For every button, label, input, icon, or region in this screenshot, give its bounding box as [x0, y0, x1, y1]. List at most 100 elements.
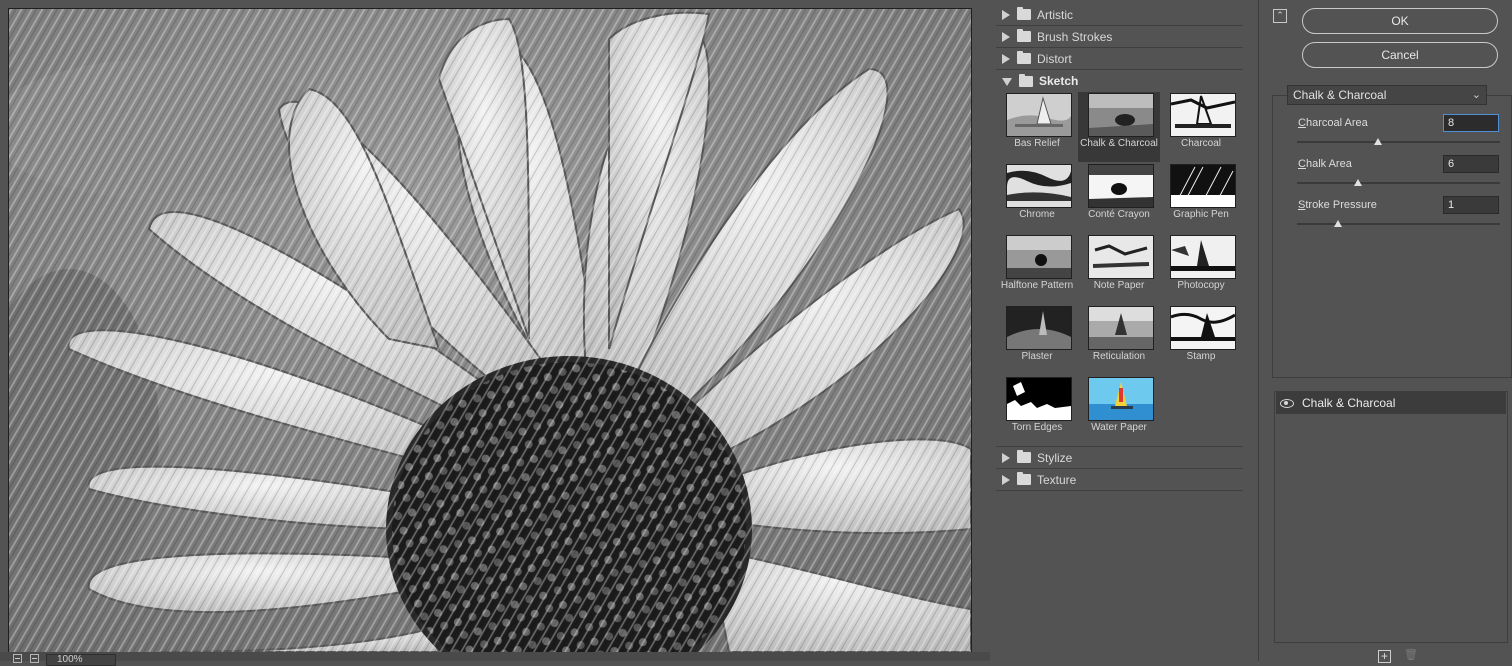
- zoom-out-button[interactable]: [13, 654, 22, 663]
- stroke-pressure-slider-thumb[interactable]: [1333, 220, 1342, 227]
- chalk-area-label: Chalk Area: [1298, 158, 1352, 170]
- folder-label: Stylize: [1037, 450, 1073, 465]
- expand-arrow-icon: [1002, 9, 1010, 20]
- charcoal-area-input[interactable]: 8: [1443, 114, 1499, 132]
- charcoal-area-slider[interactable]: [1297, 141, 1500, 143]
- thumbnail: [1088, 93, 1154, 137]
- filter-label: Torn Edges: [1011, 422, 1063, 433]
- filter-graphic-pen[interactable]: Graphic Pen: [1160, 163, 1242, 233]
- eye-icon[interactable]: [1280, 398, 1294, 408]
- filter-halftone-pattern[interactable]: Halftone Pattern: [996, 234, 1078, 304]
- charcoal-area-label: Charcoal Area: [1298, 117, 1368, 129]
- thumbnail: [1088, 377, 1154, 421]
- filter-water-paper[interactable]: Water Paper: [1078, 376, 1160, 446]
- filter-label: Charcoal: [1180, 138, 1222, 149]
- folder-icon: [1017, 29, 1031, 42]
- folder-label: Brush Strokes: [1037, 29, 1113, 44]
- plus-icon: [32, 658, 37, 659]
- thumbnail: [1170, 235, 1236, 279]
- preview-image: [9, 9, 971, 652]
- charcoal-area-slider-thumb[interactable]: [1374, 138, 1383, 145]
- filter-torn-edges[interactable]: Torn Edges: [996, 376, 1078, 446]
- collapse-arrow-icon: [1002, 78, 1012, 86]
- filter-settings-panel: [1272, 95, 1512, 378]
- minus-icon: [15, 658, 20, 659]
- filter-charcoal[interactable]: Charcoal: [1160, 92, 1242, 162]
- filter-dropdown-value: Chalk & Charcoal: [1293, 88, 1387, 102]
- folder-label: Distort: [1037, 51, 1072, 66]
- collapse-gallery-button[interactable]: ⌃: [1273, 9, 1287, 23]
- folder-icon: [1017, 472, 1031, 485]
- filter-chalk-charcoal[interactable]: Chalk & Charcoal: [1078, 92, 1160, 162]
- preview-status-bar: [0, 652, 990, 661]
- zoom-in-button[interactable]: [30, 654, 39, 663]
- expand-arrow-icon: [1002, 53, 1010, 64]
- folder-sketch[interactable]: Sketch: [996, 70, 1243, 92]
- filter-label: Bas Relief: [1014, 138, 1060, 149]
- filter-label: Chrome: [1019, 209, 1055, 220]
- stroke-pressure-label: Stroke Pressure: [1298, 199, 1377, 211]
- folder-icon: [1017, 450, 1031, 463]
- filter-label: Photocopy: [1177, 280, 1225, 291]
- thumbnail: [1170, 93, 1236, 137]
- thumbnail: [1006, 164, 1072, 208]
- expand-arrow-icon: [1002, 474, 1010, 485]
- filter-plaster[interactable]: Plaster: [996, 305, 1078, 375]
- sketch-filter-thumbnails: Bas Relief Chalk & Charcoal Charcoal Chr…: [996, 92, 1243, 447]
- folder-label: Texture: [1037, 472, 1077, 487]
- stroke-pressure-input[interactable]: 1: [1443, 196, 1499, 214]
- thumbnail: [1006, 93, 1072, 137]
- folder-distort[interactable]: Distort: [996, 48, 1243, 70]
- folder-icon: [1019, 73, 1033, 87]
- trash-icon: 🗑: [1404, 649, 1418, 661]
- filter-label: Graphic Pen: [1173, 209, 1229, 220]
- filter-chrome[interactable]: Chrome: [996, 163, 1078, 233]
- filter-label: Reticulation: [1092, 351, 1146, 362]
- filter-label: Chalk & Charcoal: [1080, 138, 1158, 149]
- filter-photocopy[interactable]: Photocopy: [1160, 234, 1242, 304]
- filter-conte-crayon[interactable]: Conté Crayon: [1078, 163, 1160, 233]
- effect-layer-label: Chalk & Charcoal: [1302, 396, 1396, 410]
- thumbnail: [1088, 164, 1154, 208]
- chalk-area-slider-thumb[interactable]: [1353, 179, 1362, 186]
- zoom-level-field[interactable]: 100%: [46, 654, 116, 666]
- effect-layer-row[interactable]: Chalk & Charcoal: [1276, 392, 1506, 414]
- folder-stylize[interactable]: Stylize: [996, 447, 1243, 469]
- folder-icon: [1017, 7, 1031, 20]
- filter-bas-relief[interactable]: Bas Relief: [996, 92, 1078, 162]
- filter-dropdown[interactable]: Chalk & Charcoal ⌄: [1287, 85, 1487, 105]
- filter-label: Conté Crayon: [1088, 209, 1150, 220]
- filter-label: Note Paper: [1093, 280, 1145, 291]
- folder-texture[interactable]: Texture: [996, 469, 1243, 491]
- expand-arrow-icon: [1002, 31, 1010, 42]
- panel-divider: [1258, 0, 1259, 661]
- cancel-button[interactable]: Cancel: [1302, 42, 1498, 68]
- chalk-area-slider[interactable]: [1297, 182, 1500, 184]
- stroke-pressure-slider[interactable]: [1297, 223, 1500, 225]
- filter-reticulation[interactable]: Reticulation: [1078, 305, 1160, 375]
- filter-label: Halftone Pattern: [1000, 280, 1074, 291]
- folder-label: Sketch: [1039, 74, 1079, 88]
- filter-label: Plaster: [1021, 351, 1053, 362]
- thumbnail: [1006, 235, 1072, 279]
- collapse-up-icon: ⌃: [1276, 10, 1284, 20]
- filter-note-paper[interactable]: Note Paper: [1078, 234, 1160, 304]
- folder-artistic[interactable]: Artistic: [996, 4, 1243, 26]
- filter-stamp[interactable]: Stamp: [1160, 305, 1242, 375]
- filter-label: Water Paper: [1091, 422, 1147, 433]
- folder-label: Artistic: [1037, 7, 1073, 22]
- thumbnail: [1170, 164, 1236, 208]
- thumbnail: [1006, 377, 1072, 421]
- folder-brush-strokes[interactable]: Brush Strokes: [996, 26, 1243, 48]
- filter-gallery: Artistic Brush Strokes Distort Sketch Ba…: [996, 4, 1244, 661]
- chalk-area-input[interactable]: 6: [1443, 155, 1499, 173]
- thumbnail: [1088, 306, 1154, 350]
- ok-button[interactable]: OK: [1302, 8, 1498, 34]
- folder-icon: [1017, 51, 1031, 64]
- new-effect-layer-button[interactable]: +: [1378, 650, 1391, 663]
- expand-arrow-icon: [1002, 452, 1010, 463]
- filter-preview[interactable]: [8, 8, 972, 653]
- delete-effect-layer-button[interactable]: 🗑: [1404, 649, 1418, 661]
- effect-layers-panel: [1274, 391, 1508, 643]
- thumbnail: [1088, 235, 1154, 279]
